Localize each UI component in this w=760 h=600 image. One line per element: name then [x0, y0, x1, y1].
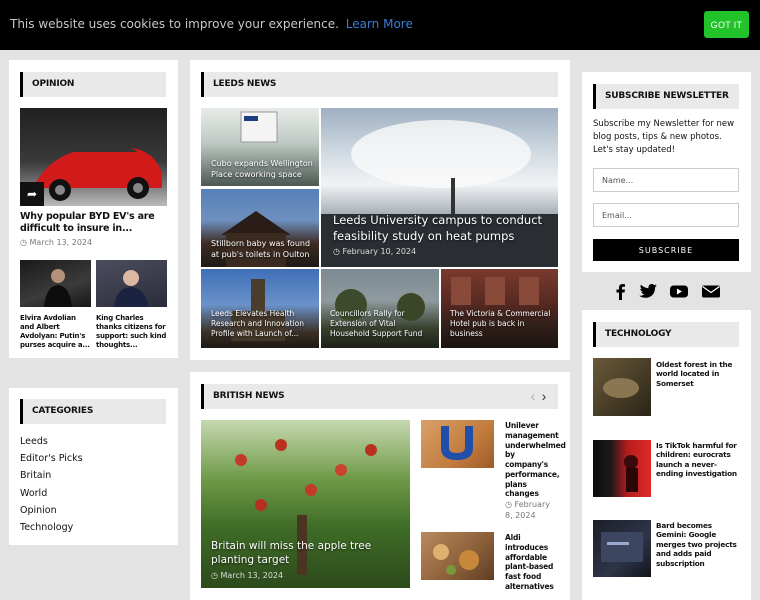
technology-heading: TECHNOLOGY [593, 322, 739, 347]
british-main-title: Britain will miss the apple tree plantin… [211, 540, 372, 567]
british-side-date-1: ◷ February 8, 2024 [505, 499, 559, 521]
category-leeds[interactable]: Leeds [20, 436, 48, 447]
man-in-suit-illustration [44, 269, 72, 307]
british-side-image-2[interactable] [421, 532, 494, 580]
twitter-icon[interactable] [638, 283, 658, 300]
leeds-bottom-image-2[interactable]: Councillors Rally for Extension of Vital… [321, 269, 439, 348]
opinion-small-title-2[interactable]: King Charles thanks citizens for support… [96, 314, 168, 350]
leeds-main-image[interactable]: Leeds University campus to conduct feasi… [321, 108, 558, 267]
clock-icon: ◷ [211, 571, 218, 580]
technology-title-2[interactable]: Is TikTok harmful for children: eurocrat… [656, 441, 738, 479]
leeds-news-heading: LEEDS NEWS [201, 72, 558, 97]
newsletter-text: Subscribe my Newsletter for new blog pos… [593, 119, 735, 156]
british-news-heading: BRITISH NEWS [201, 384, 558, 409]
leeds-bottom-title-2: Councillors Rally for Extension of Vital… [330, 309, 423, 339]
technology-image-2[interactable] [593, 440, 651, 497]
british-main-date-text: March 13, 2024 [220, 571, 284, 580]
king-charles-illustration [114, 270, 148, 307]
clock-icon: ◷ [505, 500, 512, 509]
unilever-logo-illustration [441, 426, 473, 460]
share-icon[interactable]: ➦ [20, 182, 44, 206]
technology-title-1[interactable]: Oldest forest in the world located in So… [656, 360, 738, 388]
british-side-title-2[interactable]: Aldi introduces affordable plant-based f… [505, 533, 559, 592]
email-input[interactable] [593, 203, 739, 227]
leeds-main-date-text: February 10, 2024 [342, 247, 417, 256]
opinion-main-date-text: March 13, 2024 [29, 238, 93, 247]
name-input[interactable] [593, 168, 739, 192]
category-world[interactable]: World [20, 488, 47, 499]
british-side-image-1[interactable] [421, 420, 494, 468]
learn-more-link[interactable]: Learn More [346, 17, 413, 31]
newsletter-heading: SUBSCRIBE NEWSLETTER [593, 84, 739, 109]
technology-title-3[interactable]: Bard becomes Gemini: Google merges two p… [656, 521, 738, 568]
leeds-left-image-1[interactable]: Cubo expands Wellington Place coworking … [201, 108, 319, 186]
leeds-left-image-2[interactable]: Stillborn baby was found at pub's toilet… [201, 189, 319, 267]
leeds-bottom-title-1: Leeds Elevates Health Research and Innov… [211, 309, 304, 339]
opinion-small-image-1[interactable] [20, 260, 91, 307]
chevron-right-icon[interactable]: › [537, 386, 551, 406]
got-it-button[interactable]: GOT IT [704, 11, 749, 38]
leeds-left-title-2: Stillborn baby was found at pub's toilet… [211, 239, 311, 259]
facebook-icon[interactable] [611, 283, 631, 300]
leeds-main-title: Leeds University campus to conduct feasi… [333, 213, 543, 243]
leeds-bottom-title-3: The Victoria & Commercial Hotel pub is b… [450, 309, 551, 339]
subscribe-button[interactable]: SUBSCRIBE [593, 239, 739, 261]
opinion-small-title-1[interactable]: Elvira Avdolian and Albert Avdolyan: Put… [20, 314, 92, 350]
category-editors-picks[interactable]: Editor's Picks [20, 453, 83, 464]
leeds-left-title-1: Cubo expands Wellington Place coworking … [211, 159, 313, 179]
cookie-banner: This website uses cookies to improve you… [0, 0, 760, 50]
category-opinion[interactable]: Opinion [20, 505, 57, 516]
youtube-icon[interactable] [669, 283, 689, 300]
clock-icon: ◷ [20, 238, 27, 247]
opinion-heading: OPINION [20, 72, 166, 97]
leeds-bottom-image-3[interactable]: The Victoria & Commercial Hotel pub is b… [441, 269, 558, 348]
cookie-message: This website uses cookies to improve you… [10, 17, 413, 31]
british-main-image[interactable]: Britain will miss the apple tree plantin… [201, 420, 410, 588]
british-main-date: ◷ March 13, 2024 [211, 571, 283, 580]
leeds-main-date: ◷ February 10, 2024 [333, 247, 416, 256]
category-britain[interactable]: Britain [20, 470, 51, 481]
fossil-forest-illustration [603, 378, 639, 398]
category-technology[interactable]: Technology [20, 522, 73, 533]
plant-based-food-illustration [433, 544, 479, 575]
british-side-title-1[interactable]: Unilever management underwhelmed by comp… [505, 421, 566, 499]
tiktok-illustration [624, 455, 638, 492]
categories-heading: CATEGORIES [20, 399, 166, 424]
clock-icon: ◷ [333, 247, 340, 256]
technology-image-1[interactable] [593, 358, 651, 416]
opinion-small-image-2[interactable] [96, 260, 167, 307]
gemini-screen-illustration [601, 532, 643, 562]
cookie-text: This website uses cookies to improve you… [10, 17, 339, 31]
opinion-main-date: ◷ March 13, 2024 [20, 238, 92, 247]
opinion-main-title[interactable]: Why popular BYD EV's are difficult to in… [20, 211, 168, 236]
technology-image-3[interactable] [593, 520, 651, 577]
email-icon[interactable] [701, 283, 721, 300]
leeds-bottom-image-1[interactable]: Leeds Elevates Health Research and Innov… [201, 269, 319, 348]
opinion-main-image[interactable]: ➦ [20, 108, 167, 206]
british-side-date-text-1: February 8, 2024 [505, 500, 550, 521]
